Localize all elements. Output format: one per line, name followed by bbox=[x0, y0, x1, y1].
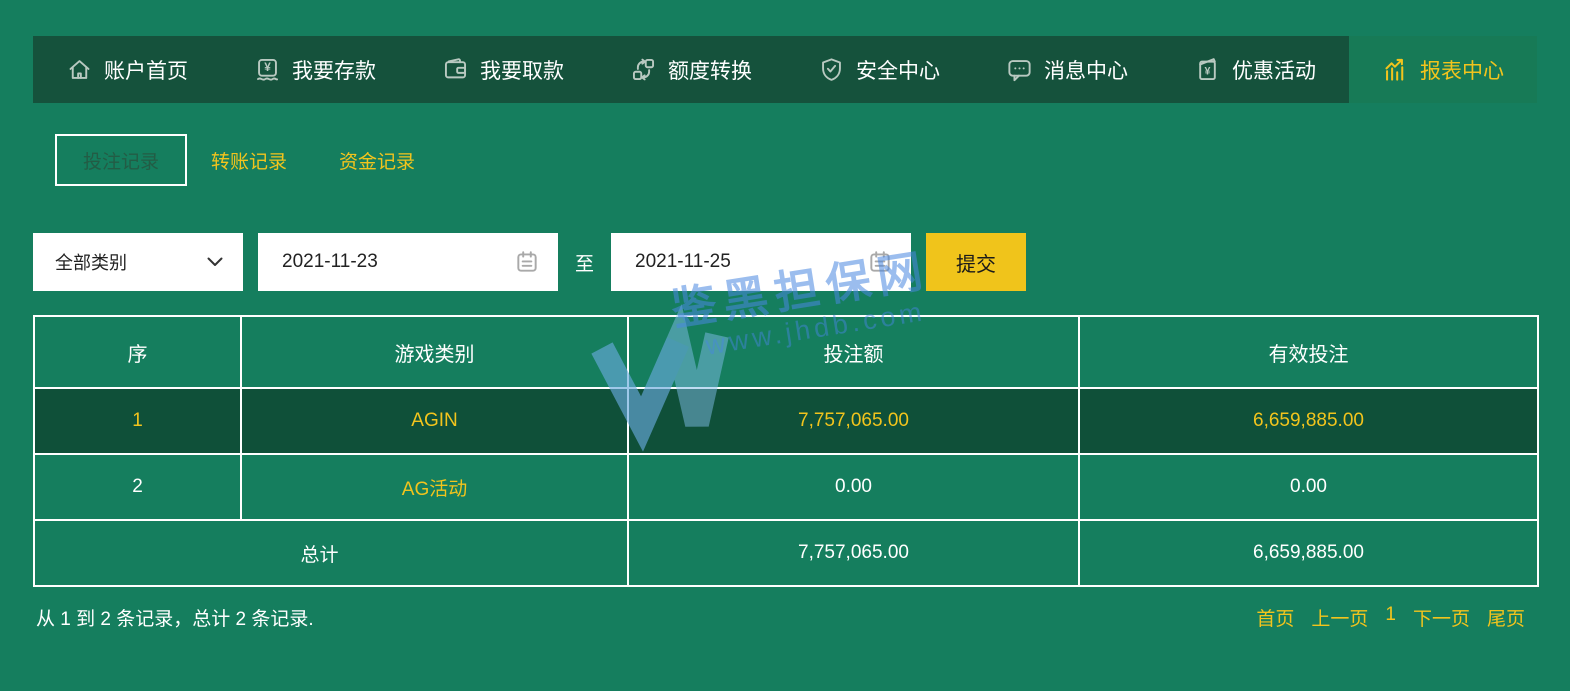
svg-text:¥: ¥ bbox=[1205, 66, 1211, 78]
bet-report-table: 序 游戏类别 投注额 有效投注 1 AGIN 7,757,065.00 6,65… bbox=[33, 315, 1539, 587]
tab-label: 投注记录 bbox=[82, 151, 159, 173]
col-bet-amount: 投注额 bbox=[627, 315, 1080, 389]
table-total-row: 总计 7,757,065.00 6,659,885.00 bbox=[33, 519, 1539, 587]
filter-bar: 全部类别 至 提交 bbox=[33, 233, 1027, 291]
wallet-icon bbox=[442, 56, 469, 83]
nav-item-label: 报表中心 bbox=[1420, 59, 1504, 83]
cell-valid: 0.00 bbox=[1078, 453, 1539, 521]
red-packet-icon: ¥ bbox=[1194, 56, 1221, 83]
shield-check-icon bbox=[818, 56, 845, 83]
cell-valid: 6,659,885.00 bbox=[1078, 387, 1539, 455]
nav-item-label: 额度转换 bbox=[668, 59, 752, 83]
page-last[interactable]: 尾页 bbox=[1487, 604, 1525, 631]
records-summary: 从 1 到 2 条记录，总计 2 条记录. bbox=[36, 609, 314, 630]
cell-game: AG活动 bbox=[240, 453, 629, 521]
calendar-icon[interactable] bbox=[514, 249, 540, 275]
home-icon bbox=[66, 56, 93, 83]
nav-item-label: 我要存款 bbox=[292, 59, 376, 83]
total-valid: 6,659,885.00 bbox=[1078, 519, 1539, 587]
bar-chart-icon bbox=[1382, 56, 1409, 83]
nav-item-label: 我要取款 bbox=[480, 59, 564, 83]
cell-bet: 7,757,065.00 bbox=[627, 387, 1080, 455]
main-nav: 账户首页 ¥ 我要存款 我要取款 额度转换 安全中心 消息中心 ¥ 优惠活动 报… bbox=[33, 36, 1537, 103]
record-tabs: 投注记录 转账记录 资金记录 bbox=[55, 134, 415, 186]
nav-item-deposit[interactable]: ¥ 我要存款 bbox=[221, 36, 409, 103]
tab-transfer-records[interactable]: 转账记录 bbox=[211, 147, 287, 174]
submit-button[interactable]: 提交 bbox=[926, 233, 1027, 291]
nav-item-label: 账户首页 bbox=[104, 59, 188, 83]
nav-item-quota-transfer[interactable]: 额度转换 bbox=[597, 36, 785, 103]
to-label: 至 bbox=[575, 253, 595, 275]
calendar-icon[interactable] bbox=[867, 249, 893, 275]
page-first[interactable]: 首页 bbox=[1256, 604, 1294, 631]
tab-fund-records[interactable]: 资金记录 bbox=[339, 147, 415, 174]
svg-text:¥: ¥ bbox=[264, 60, 271, 74]
col-index: 序 bbox=[33, 315, 242, 389]
nav-item-report-center[interactable]: 报表中心 bbox=[1349, 36, 1537, 103]
date-to-field bbox=[611, 233, 912, 291]
transfer-icon bbox=[630, 56, 657, 83]
page-next[interactable]: 下一页 bbox=[1413, 604, 1470, 631]
nav-item-withdraw[interactable]: 我要取款 bbox=[409, 36, 597, 103]
nav-item-message-center[interactable]: 消息中心 bbox=[973, 36, 1161, 103]
date-from-input[interactable] bbox=[280, 250, 464, 274]
nav-item-promotions[interactable]: ¥ 优惠活动 bbox=[1161, 36, 1349, 103]
tab-bet-records[interactable]: 投注记录 bbox=[55, 134, 187, 186]
category-select-value: 全部类别 bbox=[55, 253, 127, 273]
date-to-input[interactable] bbox=[633, 250, 818, 274]
table-header-row: 序 游戏类别 投注额 有效投注 bbox=[33, 315, 1539, 389]
total-label: 总计 bbox=[33, 519, 629, 587]
cell-index: 2 bbox=[33, 453, 242, 521]
nav-item-label: 安全中心 bbox=[856, 59, 940, 83]
message-icon bbox=[1006, 56, 1033, 83]
table-row: 2 AG活动 0.00 0.00 bbox=[33, 453, 1539, 521]
col-valid-bet: 有效投注 bbox=[1078, 315, 1539, 389]
col-game-category: 游戏类别 bbox=[240, 315, 629, 389]
nav-item-label: 优惠活动 bbox=[1232, 59, 1316, 83]
total-bet: 7,757,065.00 bbox=[627, 519, 1080, 587]
cell-index: 1 bbox=[33, 387, 242, 455]
pagination: 首页 上一页 1 下一页 尾页 bbox=[1256, 604, 1525, 631]
cell-bet: 0.00 bbox=[627, 453, 1080, 521]
date-from-field bbox=[258, 233, 558, 291]
page-current[interactable]: 1 bbox=[1385, 604, 1396, 631]
nav-item-security-center[interactable]: 安全中心 bbox=[785, 36, 973, 103]
nav-item-label: 消息中心 bbox=[1044, 59, 1128, 83]
category-select[interactable]: 全部类别 bbox=[33, 233, 243, 291]
deposit-icon: ¥ bbox=[254, 56, 281, 83]
nav-item-account-home[interactable]: 账户首页 bbox=[33, 36, 221, 103]
cell-game: AGIN bbox=[240, 387, 629, 455]
chevron-down-icon bbox=[207, 257, 223, 267]
table-row: 1 AGIN 7,757,065.00 6,659,885.00 bbox=[33, 387, 1539, 455]
page-prev[interactable]: 上一页 bbox=[1311, 604, 1368, 631]
